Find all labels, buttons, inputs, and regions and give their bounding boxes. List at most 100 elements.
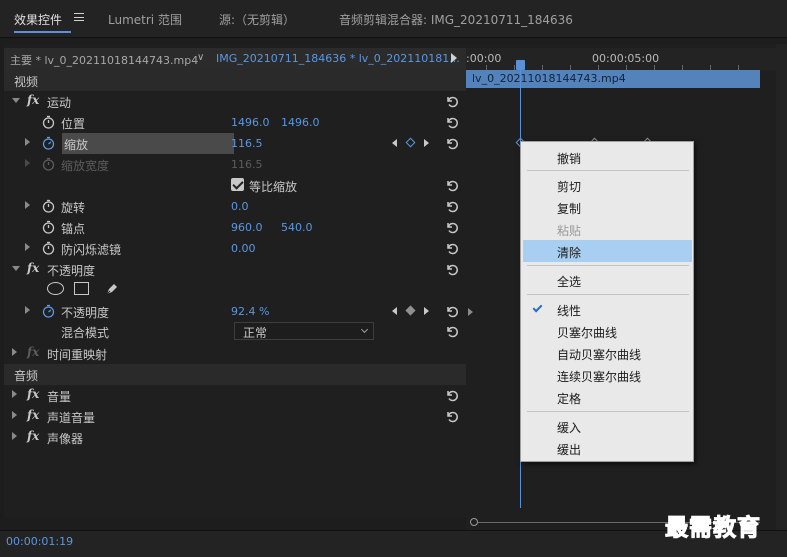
menu-item-hold[interactable]: 定格 [523,386,692,408]
sequence-clip-label[interactable]: IMG_20210711_184636 * lv_0_202110181... [216,52,460,65]
reset-icon[interactable] [445,241,459,255]
menu-item-copy[interactable]: 复制 [523,196,692,218]
next-keyframe-icon[interactable] [424,307,429,315]
menu-item-clear[interactable]: 清除 [523,240,692,262]
reset-icon[interactable] [445,262,459,276]
stopwatch-icon[interactable] [42,220,55,234]
reset-icon[interactable] [445,220,459,234]
tab-lumetri-scopes[interactable]: Lumetri 范围 [108,11,182,28]
effect-opacity[interactable]: fx 不透明度 [4,259,466,280]
effect-motion[interactable]: fx 运动 [4,91,466,112]
effect-name: 音量 [47,390,72,404]
expand-caret-icon[interactable] [12,390,17,398]
expand-caret-icon[interactable] [25,243,30,251]
reset-icon[interactable] [445,388,459,402]
opacity-keyframe-arrow-icon [468,308,473,316]
stopwatch-icon[interactable] [42,115,55,129]
position-y-value[interactable]: 1496.0 [281,116,320,129]
anchor-y-value[interactable]: 540.0 [281,221,313,234]
tab-source[interactable]: 源:（无剪辑） [219,11,295,28]
chevron-down-icon [360,325,369,334]
current-timecode[interactable]: 00:00:01:19 [6,535,73,548]
next-keyframe-icon[interactable] [424,139,429,147]
expand-caret-icon[interactable] [12,266,20,271]
chevron-down-icon[interactable]: ∨ [197,52,204,63]
play-triangle-icon[interactable] [451,53,457,63]
tab-effect-controls[interactable]: 效果控件 [14,11,62,28]
menu-item-bezier[interactable]: 贝塞尔曲线 [523,320,692,342]
effect-channel-volume[interactable]: fx 声道音量 [4,406,466,427]
property-scale: 缩放 116.5 [4,133,466,154]
reset-icon[interactable] [445,409,459,423]
expand-caret-icon[interactable] [12,98,20,103]
add-keyframe-icon[interactable] [405,137,416,148]
property-uniform-scale: 等比缩放 [4,175,466,196]
property-rotation: 旋转 0.0 [4,196,466,217]
uniform-scale-checkbox[interactable] [231,178,244,191]
previous-keyframe-icon[interactable] [392,307,397,315]
menu-item-label: 缓入 [557,421,582,435]
expand-caret-icon[interactable] [12,432,17,440]
menu-item-linear[interactable]: 线性 [523,298,692,320]
fx-icon[interactable]: fx [27,429,39,443]
master-clip-label[interactable]: 主要 * lv_0_20211018144743.mp4 [10,52,198,68]
rotation-value[interactable]: 0.0 [231,200,249,213]
reset-icon[interactable] [445,94,459,108]
menu-item-undo[interactable]: 撤销 [523,146,692,168]
add-keyframe-icon[interactable] [405,305,416,316]
property-opacity: 不透明度 92.4 % [4,301,466,322]
stopwatch-active-icon[interactable] [42,304,55,318]
effect-time-remapping[interactable]: fx 时间重映射 [4,343,466,364]
tab-audio-clip-mixer[interactable]: 音频剪辑混合器: IMG_20210711_184636 [339,11,573,28]
panel-menu-icon[interactable] [74,13,84,21]
ellipse-mask-icon[interactable] [47,282,64,295]
fx-icon[interactable]: fx [27,261,39,275]
effect-panner[interactable]: fx 声像器 [4,427,466,448]
anti-flicker-value[interactable]: 0.00 [231,242,256,255]
dropdown-value: 正常 [243,326,268,340]
position-x-value[interactable]: 1496.0 [231,116,270,129]
clip-bar[interactable]: lv_0_20211018144743.mp4 [466,70,760,88]
stopwatch-icon[interactable] [42,241,55,255]
anchor-x-value[interactable]: 960.0 [231,221,263,234]
effect-name: 不透明度 [47,264,96,278]
stopwatch-active-icon[interactable] [42,136,55,150]
property-label: 缩放宽度 [61,159,110,173]
expand-caret-icon[interactable] [25,306,30,314]
reset-icon[interactable] [445,304,459,318]
fx-icon[interactable]: fx [27,93,39,107]
menu-item-label: 清除 [557,246,582,260]
reset-icon[interactable] [445,178,459,192]
property-blend-mode: 混合模式 正常 [4,321,466,342]
opacity-value[interactable]: 92.4 % [231,305,269,318]
pen-mask-icon[interactable] [104,281,120,297]
active-tab-indicator [14,31,71,33]
menu-item-label: 粘贴 [557,224,582,238]
zoom-handle[interactable] [470,518,478,526]
reset-icon[interactable] [445,199,459,213]
expand-caret-icon[interactable] [25,201,30,209]
menu-item-cut[interactable]: 剪切 [523,174,692,196]
expand-caret-icon[interactable] [25,138,30,146]
source-selector-bar: 主要 * lv_0_20211018144743.mp4 ∨ IMG_20210… [4,48,466,70]
menu-item-label: 线性 [557,304,582,318]
previous-keyframe-icon[interactable] [392,139,397,147]
menu-item-continuous-bezier[interactable]: 连续贝塞尔曲线 [523,364,692,386]
scale-value[interactable]: 116.5 [231,137,263,150]
menu-item-ease-in[interactable]: 缓入 [523,415,692,437]
reset-icon[interactable] [445,136,459,150]
effect-volume[interactable]: fx 音量 [4,385,466,406]
blend-mode-dropdown[interactable]: 正常 [234,322,374,340]
fx-icon[interactable]: fx [27,387,39,401]
fx-icon[interactable]: fx [27,408,39,422]
rectangle-mask-icon[interactable] [74,282,89,295]
reset-icon[interactable] [445,115,459,129]
menu-item-auto-bezier[interactable]: 自动贝塞尔曲线 [523,342,692,364]
expand-caret-icon[interactable] [12,348,17,356]
time-ruler[interactable]: :00:00 00:00:05:00 [466,48,776,70]
reset-icon[interactable] [445,324,459,338]
stopwatch-icon[interactable] [42,199,55,213]
menu-item-ease-out[interactable]: 缓出 [523,437,692,459]
menu-item-select-all[interactable]: 全选 [523,269,692,291]
expand-caret-icon[interactable] [12,411,17,419]
